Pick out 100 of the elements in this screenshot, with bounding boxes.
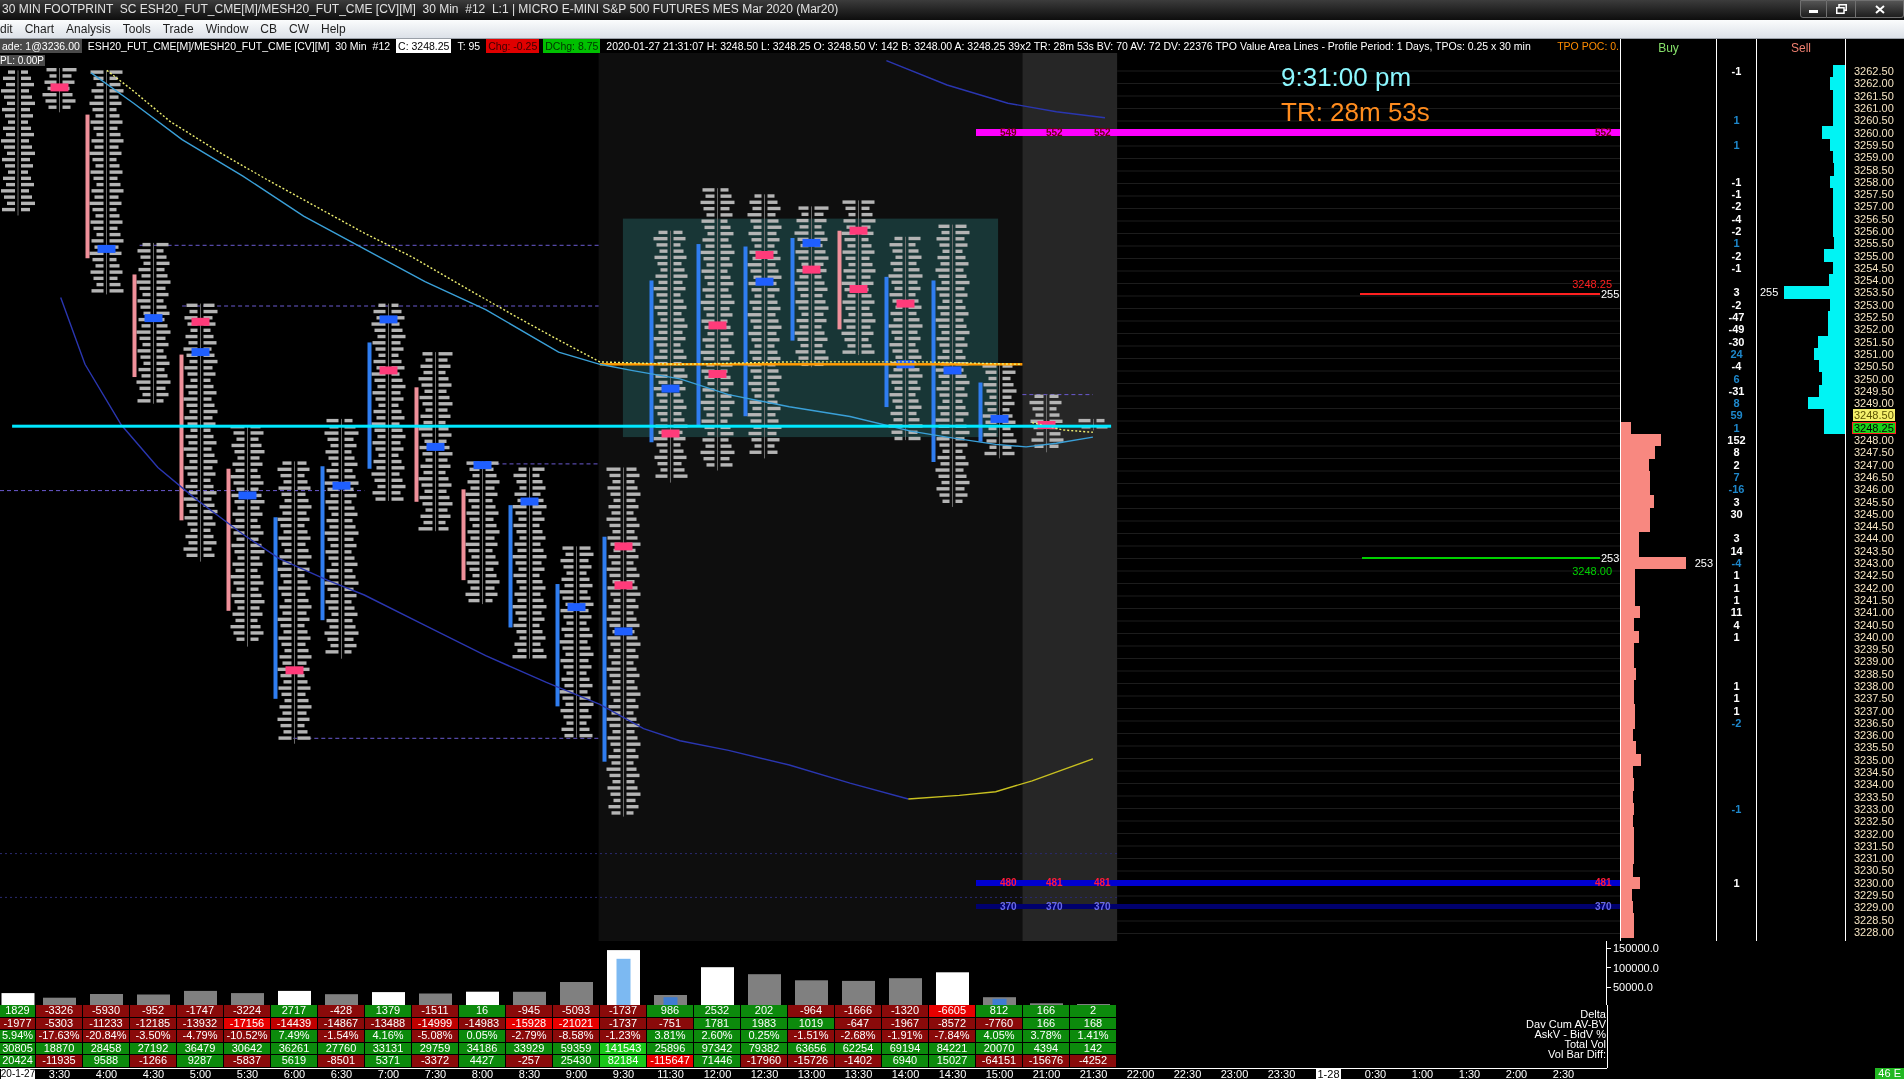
close-button[interactable] bbox=[1856, 0, 1904, 18]
volume-bar bbox=[231, 993, 264, 1005]
price-label: 3261.50 bbox=[1853, 89, 1894, 102]
row-label: Vol Bar Diff: bbox=[1548, 1049, 1606, 1059]
table-cell: -17960 bbox=[741, 1055, 788, 1068]
level-price-label: 3248.25 bbox=[1572, 278, 1612, 290]
zone-label: 481 bbox=[1046, 878, 1063, 888]
price-label: 3231.00 bbox=[1853, 852, 1894, 865]
price-label: 3229.00 bbox=[1853, 901, 1894, 914]
delta-value: 1 bbox=[1733, 680, 1740, 692]
table-cell: -1.54% bbox=[318, 1030, 365, 1043]
table-cell: 7.49% bbox=[271, 1030, 318, 1043]
axis-tick-label: 150000.0 bbox=[1612, 942, 1659, 954]
time-label: 2:00 bbox=[1505, 1068, 1528, 1079]
price-label: 3228.50 bbox=[1853, 913, 1894, 926]
table-cell: -64151 bbox=[976, 1055, 1023, 1068]
row-label: AskV - BidV % bbox=[1534, 1029, 1606, 1039]
menu-item[interactable]: Tools bbox=[116, 21, 157, 37]
table-cell: -115647 bbox=[647, 1055, 694, 1068]
time-label: 2:30 bbox=[1552, 1068, 1575, 1079]
table-cell: -8501 bbox=[318, 1055, 365, 1068]
time-label: 14:00 bbox=[891, 1068, 920, 1079]
delta-value: -31 bbox=[1728, 384, 1745, 397]
table-cell: -5.08% bbox=[412, 1030, 459, 1043]
date-label: 1-28 bbox=[1316, 1068, 1341, 1079]
minimize-button[interactable] bbox=[1800, 0, 1827, 18]
table-cell: 812 bbox=[976, 1005, 1023, 1018]
table-cell: 9588 bbox=[83, 1055, 130, 1068]
delta-value: -1 bbox=[1731, 188, 1742, 201]
time-label: 23:00 bbox=[1220, 1068, 1249, 1079]
menu-item[interactable]: Chart bbox=[18, 21, 61, 37]
menu-item[interactable]: Window bbox=[199, 21, 255, 37]
delta-value: 6 bbox=[1733, 372, 1740, 385]
delta-value: 11 bbox=[1730, 606, 1743, 619]
table-cell: -4.79% bbox=[177, 1030, 224, 1043]
delta-value: 3 bbox=[1733, 532, 1740, 545]
time-label: 8:30 bbox=[518, 1068, 541, 1079]
time-label: 5:00 bbox=[189, 1068, 212, 1079]
menu-item[interactable]: Help bbox=[315, 21, 352, 37]
restore-icon bbox=[1835, 4, 1847, 14]
delta-value: -1 bbox=[1731, 261, 1742, 274]
chart-info-text: 2020-01-27 21:31:07 H: 3248.50 L: 3248.25 O: 3248.50 V: 142 B: 3248.00 A: 3248.25 39x2 TR: 28m 53s BV: 70 AV: 72 DV: 22376 TPO Value Area Lines - Profile Period: 1 Days, TPOs: 0.25 x 30 min bbox=[605, 39, 1532, 53]
table-cell: 25430 bbox=[553, 1055, 600, 1068]
time-label: 22:30 bbox=[1173, 1068, 1202, 1079]
table-cell: -4252 bbox=[1070, 1055, 1117, 1068]
time-label: 12:00 bbox=[703, 1068, 732, 1079]
volume-bar bbox=[1, 993, 35, 1005]
table-cell: -1747 bbox=[177, 1005, 224, 1018]
time-label: 0:30 bbox=[1364, 1068, 1387, 1079]
price-label: 3258.00 bbox=[1853, 175, 1894, 188]
delta-value: 3 bbox=[1733, 286, 1740, 299]
price-label: 3247.50 bbox=[1853, 446, 1894, 459]
price-label: 3237.50 bbox=[1853, 692, 1894, 705]
zone-label: 552 bbox=[1094, 127, 1111, 138]
table-cell: -5093 bbox=[553, 1005, 600, 1018]
price-label: 3244.50 bbox=[1853, 520, 1894, 533]
time-label: 13:00 bbox=[797, 1068, 826, 1079]
window-title: 30 MIN FOOTPRINT SC ESH20_FUT_CME[M]/MESH20_FUT_CME [CV][M] 30 Min #12 L:1 | MICRO E-MINI S&P 500 FUTURES MES Mar 2020 (Mar20) bbox=[1, 1, 839, 17]
table-cell: -6605 bbox=[929, 1005, 976, 1018]
table-cell: -3372 bbox=[412, 1055, 459, 1068]
table-cell: -5837 bbox=[224, 1055, 271, 1068]
volume-bar bbox=[889, 978, 922, 1005]
delta-value: 1 bbox=[1733, 138, 1740, 151]
time-label: 7:30 bbox=[424, 1068, 447, 1079]
delta-value: -1 bbox=[1731, 802, 1742, 815]
price-label: 3252.00 bbox=[1853, 323, 1894, 336]
table-cell: 3.78% bbox=[1023, 1030, 1070, 1043]
menu-item[interactable]: dit bbox=[0, 21, 19, 37]
table-cell: 0.05% bbox=[459, 1030, 506, 1043]
table-cell: -1511 bbox=[412, 1005, 459, 1018]
table-cell: 1829 bbox=[0, 1005, 36, 1018]
menu-item[interactable]: Analysis bbox=[60, 21, 117, 37]
sell-column-header: Sell bbox=[1791, 41, 1811, 55]
minimize-icon bbox=[1809, 10, 1818, 13]
price-label: 3250.00 bbox=[1853, 372, 1894, 385]
table-cell: -3.50% bbox=[130, 1030, 177, 1043]
table-cell: -20.84% bbox=[83, 1030, 130, 1043]
menu-item[interactable]: CB bbox=[254, 21, 283, 37]
price-label: 3254.50 bbox=[1853, 261, 1894, 274]
delta-value: 59 bbox=[1730, 409, 1743, 422]
close-price-badge: C: 3248.25 bbox=[396, 39, 452, 53]
price-label: 3256.50 bbox=[1853, 212, 1894, 225]
delta-value: -2 bbox=[1731, 716, 1742, 729]
zone-label: 549 bbox=[1000, 127, 1017, 138]
volume-bar bbox=[795, 980, 828, 1005]
menu-item[interactable]: CW bbox=[283, 21, 315, 37]
price-label: 3243.50 bbox=[1853, 544, 1894, 557]
price-label: 3232.00 bbox=[1853, 827, 1894, 840]
delta-value: -4 bbox=[1731, 360, 1742, 373]
table-cell: -945 bbox=[506, 1005, 553, 1018]
price-label: 3228.00 bbox=[1853, 925, 1894, 938]
restore-button[interactable] bbox=[1827, 0, 1856, 18]
table-cell: -1402 bbox=[835, 1055, 882, 1068]
price-label: 3239.00 bbox=[1853, 655, 1894, 668]
time-label: 1:00 bbox=[1411, 1068, 1434, 1079]
menu-item[interactable]: Trade bbox=[156, 21, 200, 37]
price-label: 3246.00 bbox=[1853, 483, 1894, 496]
volume-bar bbox=[137, 994, 170, 1005]
price-label: 3242.00 bbox=[1853, 581, 1894, 594]
price-label: 3249.00 bbox=[1853, 397, 1894, 410]
